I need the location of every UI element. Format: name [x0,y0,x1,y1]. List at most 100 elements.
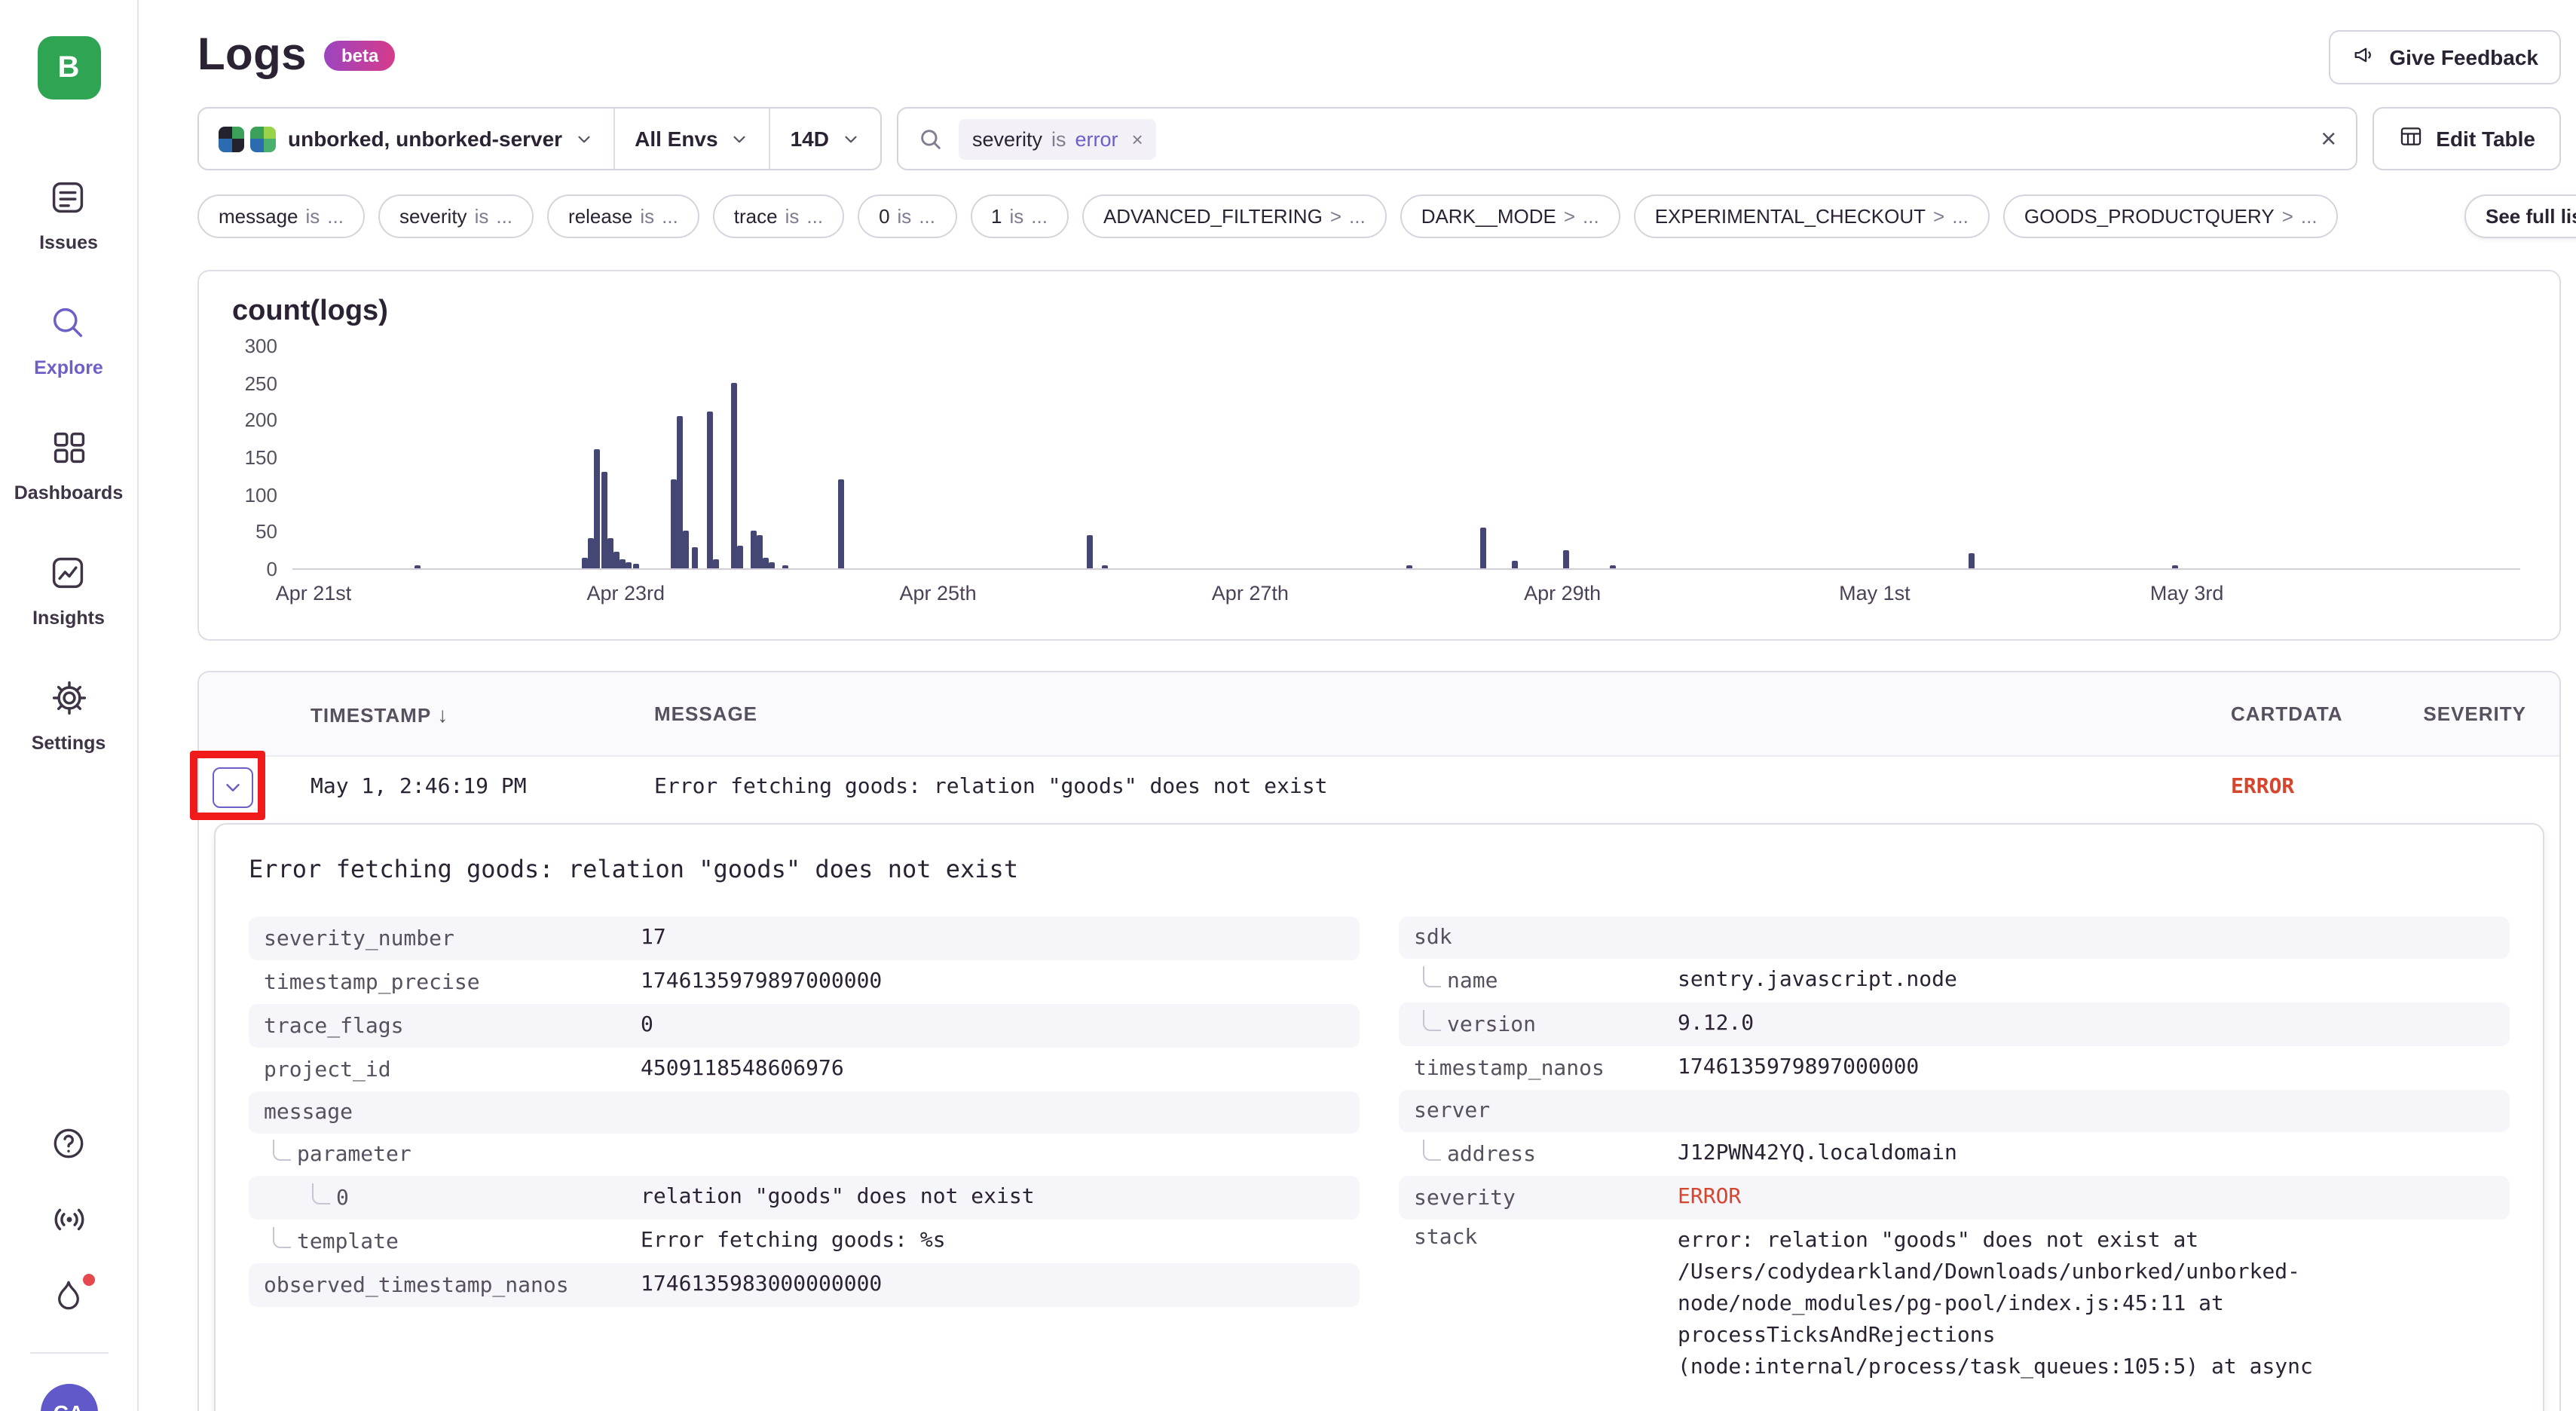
column-header-severity[interactable]: SEVERITY [2397,702,2526,725]
user-avatar[interactable]: CA [40,1384,97,1411]
chart-bar [1479,528,1485,568]
filter-chip[interactable]: DARK__MODE > ... [1400,194,1620,238]
y-tick-label: 250 [245,372,277,394]
tree-connector [1423,1139,1441,1160]
chevron-down-icon [730,129,750,148]
org-logo[interactable]: B [37,36,100,99]
chart-bar [691,547,697,568]
y-tick-label: 50 [255,521,277,543]
chart-bar [782,565,788,568]
chart-bar [626,562,632,568]
attribute-row: observed_timestamp_nanos 174613598300000… [249,1263,1360,1307]
sidebar-item-label: Issues [39,232,98,253]
attribute-row: timestamp_precise 1746135979897000000 [249,960,1360,1004]
tree-connector [1423,966,1441,987]
x-tick-label: Apr 21st [276,582,352,604]
attribute-row: severity_number 17 [249,917,1360,960]
expand-row-button[interactable] [213,767,253,807]
chart-bar [595,449,601,568]
remove-token-icon[interactable]: × [1132,127,1143,150]
see-full-list-button[interactable]: See full list [2464,194,2576,238]
chart-bar [582,557,588,568]
attribute-row: severity ERROR [1399,1176,2510,1220]
megaphone-icon [2351,42,2377,72]
page-filter-group: unborked, unborked-server All Envs 14D [197,107,882,170]
help-icon[interactable] [50,1125,87,1170]
filter-bar: unborked, unborked-server All Envs 14D s… [197,107,2561,170]
filter-chip[interactable]: 1 is ... [970,194,1069,238]
filter-chip[interactable]: EXPERIMENTAL_CHECKOUT > ... [1634,194,1990,238]
attributes-left: severity_number 17 timestamp_precise 174… [249,917,1360,1307]
attribute-row: trace_flags 0 [249,1004,1360,1048]
chart-bar [671,479,677,568]
chart-y-axis: 300250200150100500 [226,347,292,570]
sidebar-item-dashboards[interactable]: Dashboards [14,428,124,503]
sidebar-item-label: Explore [34,357,103,378]
column-header-cartdata[interactable]: CARTDATA [2231,702,2397,725]
search-icon [918,126,944,152]
project-avatar [250,126,276,152]
chart-bar [1086,535,1092,568]
filter-chip[interactable]: message is ... [197,194,365,238]
x-tick-label: May 1st [1839,582,1911,604]
clear-search-icon[interactable]: × [2321,125,2336,152]
dashboards-icon [49,428,88,475]
logs-table: TIMESTAMP↓ MESSAGE CARTDATA SEVERITY May… [197,671,2561,1411]
chart-bar [1562,549,1568,568]
attribute-row: version 9.12.0 [1399,1002,2510,1046]
filter-chip[interactable]: release is ... [547,194,699,238]
search-input[interactable]: severity is error × × [897,107,2357,170]
sidebar-item-label: Dashboards [14,482,124,503]
chart-bar [589,539,595,568]
chart-bar [751,531,757,568]
filter-chip[interactable]: GOODS_PRODUCTQUERY > ... [2003,194,2339,238]
date-range-selector[interactable]: 14D [769,109,880,169]
chart-bar [678,416,684,568]
chart-plot: Apr 21stApr 23rdApr 25thApr 27thApr 29th… [292,347,2520,570]
column-header-timestamp[interactable]: TIMESTAMP↓ [311,702,654,726]
x-tick-label: Apr 23rd [587,582,665,604]
gear-icon [49,678,88,725]
project-selector[interactable]: unborked, unborked-server [199,109,613,169]
column-header-message[interactable]: MESSAGE [654,702,2231,725]
give-feedback-button[interactable]: Give Feedback [2329,30,2561,84]
edit-table-button[interactable]: Edit Table [2373,107,2561,170]
project-avatar [219,126,244,152]
attribute-chips-row: message is ... severity is ... release i… [197,194,2561,238]
tree-connector [273,1226,291,1247]
app: B Issues Explore Dashboards [0,0,2576,1411]
search-icon [49,303,88,350]
attribute-row: server [1399,1090,2510,1132]
chart-bar [2171,565,2177,568]
sidebar-item-insights[interactable]: Insights [32,553,105,629]
log-detail-title: Error fetching goods: relation "goods" d… [249,855,2510,883]
search-token[interactable]: severity is error × [959,118,1157,159]
log-row[interactable]: May 1, 2:46:19 PM Error fetching goods: … [199,757,2559,817]
environment-selector[interactable]: All Envs [613,109,769,169]
broadcast-icon[interactable] [49,1200,88,1247]
chevron-down-icon [574,129,594,148]
log-detail-panel: Error fetching goods: relation "goods" d… [214,823,2544,1411]
attributes-right: sdk name sentry.javascript.node version … [1399,917,2510,1390]
filter-chip[interactable]: 0 is ... [858,194,956,238]
chart-bar [620,559,626,568]
y-tick-label: 300 [245,335,277,357]
sidebar-divider [29,1352,108,1354]
chart-bar [601,472,607,568]
row-severity: ERROR [2231,775,2397,799]
attribute-row: address J12PWN42YQ.localdomain [1399,1132,2510,1176]
chart-bar [415,565,421,568]
row-timestamp: May 1, 2:46:19 PM [311,775,654,799]
x-tick-label: Apr 25th [900,582,977,604]
sidebar-item-settings[interactable]: Settings [32,678,106,754]
sidebar-item-issues[interactable]: Issues [39,178,98,253]
sidebar-item-explore[interactable]: Explore [34,303,103,378]
tree-connector [312,1183,330,1204]
filter-chip[interactable]: ADVANCED_FILTERING > ... [1082,194,1387,238]
filter-chip[interactable]: severity is ... [378,194,534,238]
filter-chip[interactable]: trace is ... [713,194,844,238]
y-tick-label: 0 [267,558,277,580]
chart-bar [1513,561,1519,568]
whats-new-flame-icon[interactable] [50,1277,87,1322]
x-tick-label: Apr 29th [1524,582,1601,604]
